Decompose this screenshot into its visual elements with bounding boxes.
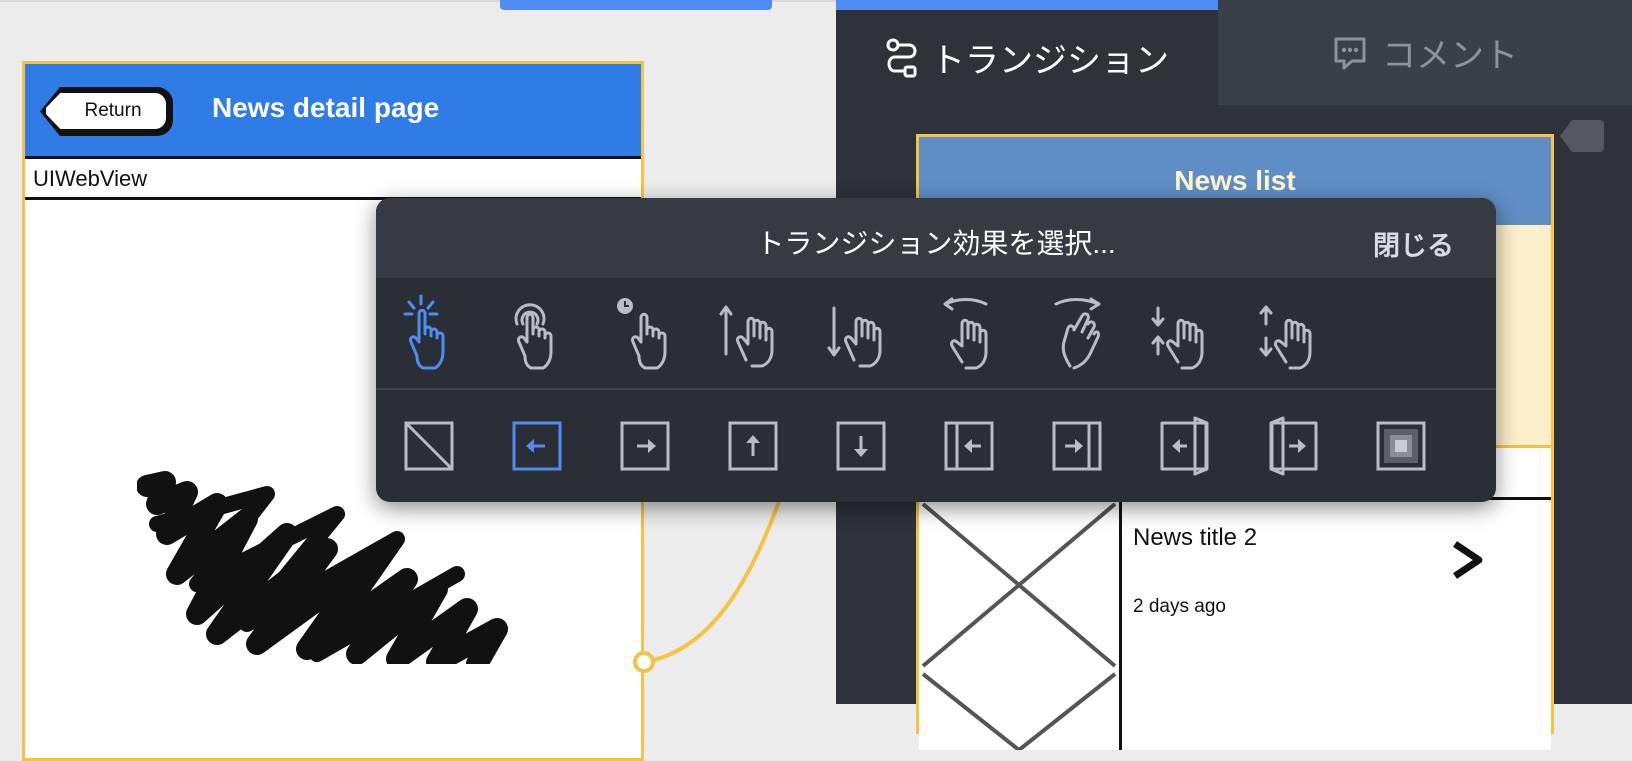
news-item-time: 2 days ago (1133, 596, 1226, 617)
active-tab-indicator (836, 0, 1218, 10)
swipe-right-gesture-icon[interactable] (1042, 292, 1112, 372)
popover-header: トランジション効果を選択... 閉じる (376, 198, 1496, 278)
screen-marker-icon (1560, 120, 1604, 152)
tab-transition-label: トランジション (931, 42, 1169, 80)
pinch-in-gesture-icon[interactable] (1150, 292, 1220, 372)
slide-down-icon[interactable] (826, 406, 896, 486)
slide-up-icon[interactable] (718, 406, 788, 486)
long-press-gesture-icon[interactable] (610, 292, 680, 372)
news-item-title: News title 2 (1133, 524, 1258, 551)
swipe-down-gesture-icon[interactable] (826, 292, 896, 372)
slide-right-icon[interactable] (610, 406, 680, 486)
gesture-row (376, 278, 1496, 390)
tap-gesture-icon[interactable] (394, 292, 464, 372)
popover-title: トランジション効果を選択... (756, 228, 1116, 259)
tab-comment-label: コメント (1382, 37, 1518, 75)
chevron-right-icon (1453, 541, 1483, 579)
transition-effect-popover: トランジション効果を選択... 閉じる (376, 198, 1496, 502)
fade-icon[interactable] (1366, 406, 1436, 486)
transition-icon (886, 38, 917, 77)
push-left-icon[interactable] (934, 406, 1004, 486)
door-right-icon[interactable] (1258, 406, 1328, 486)
tab-transition[interactable]: トランジション (836, 10, 1218, 105)
connector-handle[interactable] (633, 651, 655, 673)
effect-row (376, 390, 1496, 502)
comment-icon (1334, 37, 1366, 69)
image-placeholder-icon (921, 500, 1122, 670)
door-left-icon[interactable] (1150, 406, 1220, 486)
list-item[interactable] (919, 670, 1551, 750)
swipe-left-gesture-icon[interactable] (934, 292, 1004, 372)
double-tap-gesture-icon[interactable] (502, 292, 572, 372)
swipe-up-gesture-icon[interactable] (718, 292, 788, 372)
push-right-icon[interactable] (1042, 406, 1112, 486)
slide-left-icon[interactable] (502, 406, 572, 486)
close-button[interactable]: 閉じる (1373, 224, 1454, 263)
no-transition-icon[interactable] (394, 406, 464, 486)
pinch-out-gesture-icon[interactable] (1258, 292, 1328, 372)
news-list-title: News list (1174, 165, 1296, 196)
image-placeholder-icon (921, 670, 1122, 750)
tab-comment[interactable]: コメント (1218, 0, 1632, 105)
list-item[interactable]: News title 2 2 days ago (919, 497, 1551, 673)
